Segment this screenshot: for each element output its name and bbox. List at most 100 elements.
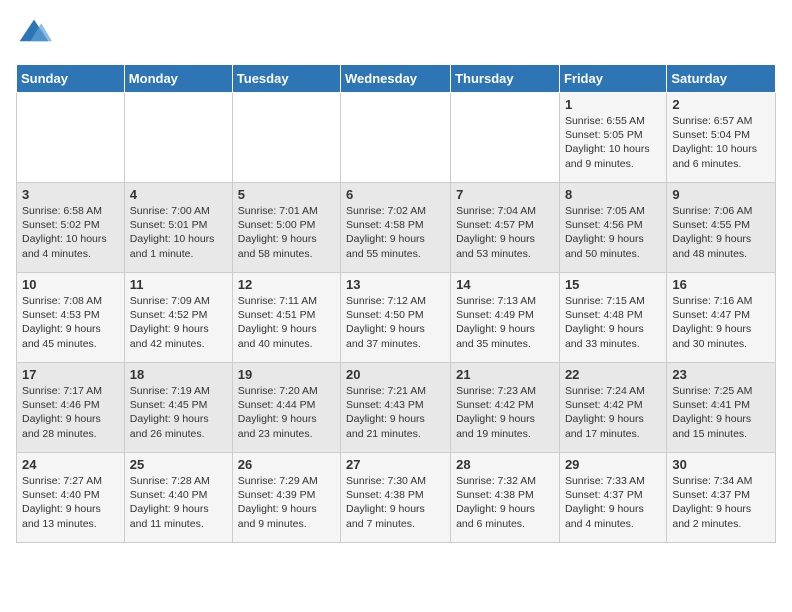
day-number: 7	[456, 187, 554, 202]
day-info: Sunrise: 7:29 AM Sunset: 4:39 PM Dayligh…	[238, 474, 335, 531]
calendar-cell: 5Sunrise: 7:01 AM Sunset: 5:00 PM Daylig…	[232, 183, 340, 273]
day-info: Sunrise: 7:00 AM Sunset: 5:01 PM Dayligh…	[130, 204, 227, 261]
calendar-cell: 6 Sunrise: 7:02 AM Sunset: 4:58 PM Daylig…	[341, 183, 451, 273]
calendar-cell	[124, 93, 232, 183]
day-info: Sunrise: 7:30 AM Sunset: 4:38 PM Dayligh…	[346, 474, 445, 531]
calendar-cell: 24 Sunrise: 7:27 AM Sunset: 4:40 PM Dayli…	[17, 453, 125, 543]
day-info: Sunrise: 7:20 AM Sunset: 4:44 PM Dayligh…	[238, 384, 335, 441]
calendar-cell: 19Sunrise: 7:20 AM Sunset: 4:44 PM Dayli…	[232, 363, 340, 453]
calendar-cell: 8 Sunrise: 7:05 AM Sunset: 4:56 PM Daylig…	[559, 183, 666, 273]
calendar-cell: 15 Sunrise: 7:15 AM Sunset: 4:48 PM Dayli…	[559, 273, 666, 363]
calendar-cell	[17, 93, 125, 183]
calendar-cell: 13 Sunrise: 7:12 AM Sunset: 4:50 PM Dayli…	[341, 273, 451, 363]
calendar-cell: 18 Sunrise: 7:19 AM Sunset: 4:45 PM Dayli…	[124, 363, 232, 453]
week-row-4: 17 Sunrise: 7:17 AM Sunset: 4:46 PM Dayli…	[17, 363, 776, 453]
week-row-2: 3 Sunrise: 6:58 AM Sunset: 5:02 PM Daylig…	[17, 183, 776, 273]
day-number: 13	[346, 277, 445, 292]
calendar-cell: 29 Sunrise: 7:33 AM Sunset: 4:37 PM Dayli…	[559, 453, 666, 543]
day-info: Sunrise: 7:33 AM Sunset: 4:37 PM Dayligh…	[565, 474, 661, 531]
calendar-cell: 7 Sunrise: 7:04 AM Sunset: 4:57 PM Daylig…	[451, 183, 560, 273]
day-header-tuesday: Tuesday	[232, 65, 340, 93]
day-info: Sunrise: 7:06 AM Sunset: 4:55 PM Dayligh…	[672, 204, 770, 261]
calendar-cell: 10 Sunrise: 7:08 AM Sunset: 4:53 PM Dayli…	[17, 273, 125, 363]
day-number: 6	[346, 187, 445, 202]
day-number: 14	[456, 277, 554, 292]
day-number: 11	[130, 277, 227, 292]
day-number: 12	[238, 277, 335, 292]
day-number: 20	[346, 367, 445, 382]
day-info: Sunrise: 7:08 AM Sunset: 4:53 PM Dayligh…	[22, 294, 119, 351]
day-number: 17	[22, 367, 119, 382]
day-header-monday: Monday	[124, 65, 232, 93]
calendar-cell: 28 Sunrise: 7:32 AM Sunset: 4:38 PM Dayli…	[451, 453, 560, 543]
calendar-cell: 30 Sunrise: 7:34 AM Sunset: 4:37 PM Dayli…	[667, 453, 776, 543]
day-info: Sunrise: 7:12 AM Sunset: 4:50 PM Dayligh…	[346, 294, 445, 351]
day-info: Sunrise: 7:21 AM Sunset: 4:43 PM Dayligh…	[346, 384, 445, 441]
calendar-cell: 3 Sunrise: 6:58 AM Sunset: 5:02 PM Daylig…	[17, 183, 125, 273]
calendar-cell: 26 Sunrise: 7:29 AM Sunset: 4:39 PM Dayli…	[232, 453, 340, 543]
day-info: Sunrise: 7:17 AM Sunset: 4:46 PM Dayligh…	[22, 384, 119, 441]
day-number: 15	[565, 277, 661, 292]
calendar-cell	[341, 93, 451, 183]
calendar-cell: 25 Sunrise: 7:28 AM Sunset: 4:40 PM Dayli…	[124, 453, 232, 543]
day-info: Sunrise: 7:28 AM Sunset: 4:40 PM Dayligh…	[130, 474, 227, 531]
calendar-table: SundayMondayTuesdayWednesdayThursdayFrid…	[16, 64, 776, 543]
day-number: 10	[22, 277, 119, 292]
day-info: Sunrise: 7:01 AM Sunset: 5:00 PM Dayligh…	[238, 204, 335, 261]
day-info: Sunrise: 7:05 AM Sunset: 4:56 PM Dayligh…	[565, 204, 661, 261]
day-info: Sunrise: 7:19 AM Sunset: 4:45 PM Dayligh…	[130, 384, 227, 441]
day-header-thursday: Thursday	[451, 65, 560, 93]
day-info: Sunrise: 6:57 AM Sunset: 5:04 PM Dayligh…	[672, 114, 770, 171]
day-number: 3	[22, 187, 119, 202]
day-info: Sunrise: 6:58 AM Sunset: 5:02 PM Dayligh…	[22, 204, 119, 261]
day-number: 4	[130, 187, 227, 202]
day-number: 22	[565, 367, 661, 382]
day-info: Sunrise: 7:24 AM Sunset: 4:42 PM Dayligh…	[565, 384, 661, 441]
day-info: Sunrise: 7:32 AM Sunset: 4:38 PM Dayligh…	[456, 474, 554, 531]
day-number: 21	[456, 367, 554, 382]
day-info: Sunrise: 7:02 AM Sunset: 4:58 PM Dayligh…	[346, 204, 445, 261]
header	[16, 16, 776, 52]
day-number: 18	[130, 367, 227, 382]
day-number: 1	[565, 97, 661, 112]
calendar-cell: 17 Sunrise: 7:17 AM Sunset: 4:46 PM Dayli…	[17, 363, 125, 453]
week-row-3: 10 Sunrise: 7:08 AM Sunset: 4:53 PM Dayli…	[17, 273, 776, 363]
calendar-cell: 21 Sunrise: 7:23 AM Sunset: 4:42 PM Dayli…	[451, 363, 560, 453]
calendar-cell: 27 Sunrise: 7:30 AM Sunset: 4:38 PM Dayli…	[341, 453, 451, 543]
calendar-cell: 9 Sunrise: 7:06 AM Sunset: 4:55 PM Daylig…	[667, 183, 776, 273]
calendar-header-row: SundayMondayTuesdayWednesdayThursdayFrid…	[17, 65, 776, 93]
calendar-cell: 11Sunrise: 7:09 AM Sunset: 4:52 PM Dayli…	[124, 273, 232, 363]
day-info: Sunrise: 7:34 AM Sunset: 4:37 PM Dayligh…	[672, 474, 770, 531]
day-number: 27	[346, 457, 445, 472]
logo-icon	[16, 16, 52, 52]
day-number: 25	[130, 457, 227, 472]
calendar-cell: 22 Sunrise: 7:24 AM Sunset: 4:42 PM Dayli…	[559, 363, 666, 453]
day-info: Sunrise: 7:04 AM Sunset: 4:57 PM Dayligh…	[456, 204, 554, 261]
day-number: 29	[565, 457, 661, 472]
day-number: 8	[565, 187, 661, 202]
day-number: 16	[672, 277, 770, 292]
calendar-cell: 12 Sunrise: 7:11 AM Sunset: 4:51 PM Dayli…	[232, 273, 340, 363]
day-info: Sunrise: 6:55 AM Sunset: 5:05 PM Dayligh…	[565, 114, 661, 171]
week-row-1: 1 Sunrise: 6:55 AM Sunset: 5:05 PM Daylig…	[17, 93, 776, 183]
day-header-friday: Friday	[559, 65, 666, 93]
week-row-5: 24 Sunrise: 7:27 AM Sunset: 4:40 PM Dayli…	[17, 453, 776, 543]
logo	[16, 16, 56, 52]
day-info: Sunrise: 7:11 AM Sunset: 4:51 PM Dayligh…	[238, 294, 335, 351]
day-info: Sunrise: 7:25 AM Sunset: 4:41 PM Dayligh…	[672, 384, 770, 441]
day-info: Sunrise: 7:16 AM Sunset: 4:47 PM Dayligh…	[672, 294, 770, 351]
calendar-cell	[232, 93, 340, 183]
calendar-cell: 20 Sunrise: 7:21 AM Sunset: 4:43 PM Dayli…	[341, 363, 451, 453]
day-info: Sunrise: 7:15 AM Sunset: 4:48 PM Dayligh…	[565, 294, 661, 351]
day-number: 30	[672, 457, 770, 472]
day-info: Sunrise: 7:23 AM Sunset: 4:42 PM Dayligh…	[456, 384, 554, 441]
day-number: 24	[22, 457, 119, 472]
calendar-cell: 1 Sunrise: 6:55 AM Sunset: 5:05 PM Daylig…	[559, 93, 666, 183]
day-number: 28	[456, 457, 554, 472]
day-number: 9	[672, 187, 770, 202]
day-number: 26	[238, 457, 335, 472]
day-number: 23	[672, 367, 770, 382]
calendar-cell: 2Sunrise: 6:57 AM Sunset: 5:04 PM Daylig…	[667, 93, 776, 183]
day-info: Sunrise: 7:27 AM Sunset: 4:40 PM Dayligh…	[22, 474, 119, 531]
calendar-cell	[451, 93, 560, 183]
